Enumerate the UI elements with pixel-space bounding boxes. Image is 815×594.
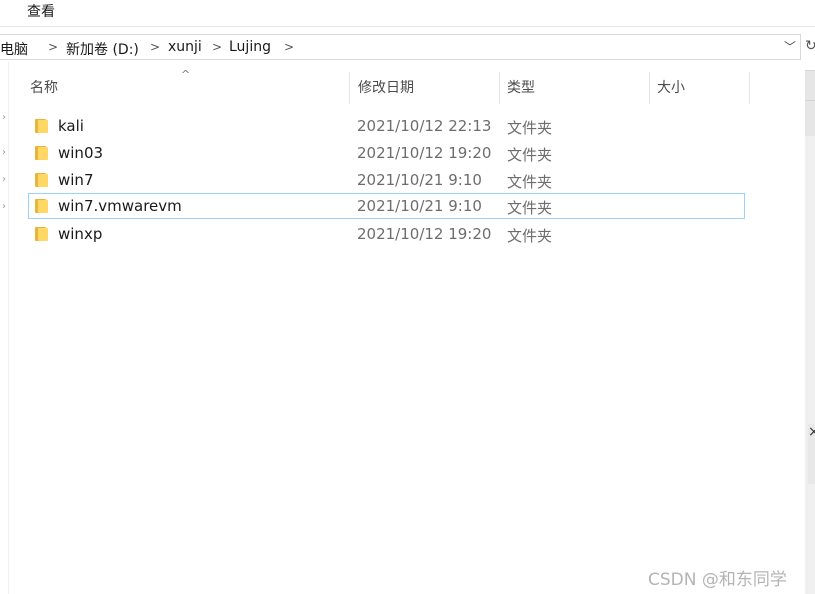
column-header-date[interactable]: 修改日期	[350, 72, 500, 104]
column-divider[interactable]	[749, 72, 750, 104]
pane-divider	[8, 62, 9, 594]
file-date: 2021/10/21 9:10	[357, 171, 482, 189]
file-row[interactable]: winxp 2021/10/12 19:20 文件夹	[28, 221, 745, 247]
file-date: 2021/10/12 19:20	[357, 225, 492, 243]
expand-arrow-icon[interactable]: ›	[2, 201, 6, 212]
expand-arrow-icon[interactable]: ›	[2, 112, 6, 123]
file-name: winxp	[58, 225, 103, 243]
file-date: 2021/10/12 19:20	[357, 144, 492, 162]
menu-bar: 查看	[0, 0, 815, 27]
file-type: 文件夹	[507, 146, 553, 164]
chevron-right-icon[interactable]: >	[150, 40, 160, 54]
column-header-row: 名称 修改日期 类型 大小	[22, 72, 750, 104]
breadcrumb-this-pc[interactable]: 此电脑	[0, 39, 28, 59]
pane-segment	[805, 100, 815, 136]
expand-arrow-icon[interactable]: ›	[2, 147, 6, 158]
breadcrumb-xunji[interactable]: xunji	[168, 39, 202, 55]
chevron-down-icon[interactable]: ﹀	[784, 38, 796, 55]
menu-view[interactable]: 查看	[27, 1, 55, 21]
expand-arrow-icon[interactable]: ›	[2, 174, 6, 185]
column-header-size[interactable]: 大小	[649, 72, 749, 104]
folder-icon	[35, 199, 48, 213]
file-date: 2021/10/12 22:13	[357, 117, 492, 135]
chevron-right-icon[interactable]: >	[212, 40, 222, 54]
file-name: win7.vmwarevm	[58, 197, 182, 215]
pane-segment	[805, 70, 815, 101]
folder-icon	[35, 119, 48, 133]
breadcrumb-drive[interactable]: 新加卷 (D:)	[66, 39, 139, 59]
file-name: kali	[58, 117, 84, 135]
watermark: CSDN @和东同学	[648, 570, 787, 590]
file-name: win03	[58, 144, 104, 162]
file-row-focused[interactable]: win7.vmwarevm 2021/10/21 9:10 文件夹	[28, 193, 745, 219]
file-row[interactable]: kali 2021/10/12 22:13 文件夹	[28, 113, 745, 139]
file-date: 2021/10/21 9:10	[357, 197, 482, 215]
file-type: 文件夹	[507, 119, 553, 137]
file-type: 文件夹	[507, 199, 553, 217]
file-row[interactable]: win7 2021/10/21 9:10 文件夹	[28, 167, 745, 193]
chevron-right-icon[interactable]: >	[284, 40, 294, 54]
navigation-pane-edge: › › › ›	[0, 62, 8, 594]
address-bar[interactable]: 此电脑 > 新加卷 (D:) > xunji > Lujing > ﹀	[0, 34, 801, 60]
column-header-type[interactable]: 类型	[499, 72, 649, 104]
folder-icon	[35, 227, 48, 241]
file-row[interactable]: win03 2021/10/12 19:20 文件夹	[28, 140, 745, 166]
file-type: 文件夹	[507, 227, 553, 245]
refresh-icon[interactable]: ↻	[805, 38, 815, 58]
file-name: win7	[58, 171, 94, 189]
folder-icon	[35, 173, 48, 187]
close-pane-icon[interactable]: ×	[808, 424, 815, 484]
right-pane-edge[interactable]	[805, 70, 815, 594]
chevron-right-icon[interactable]: >	[48, 40, 58, 54]
file-type: 文件夹	[507, 173, 553, 191]
breadcrumb-lujing[interactable]: Lujing	[229, 39, 271, 55]
column-header-name[interactable]: 名称	[22, 72, 350, 104]
folder-icon	[35, 146, 48, 160]
